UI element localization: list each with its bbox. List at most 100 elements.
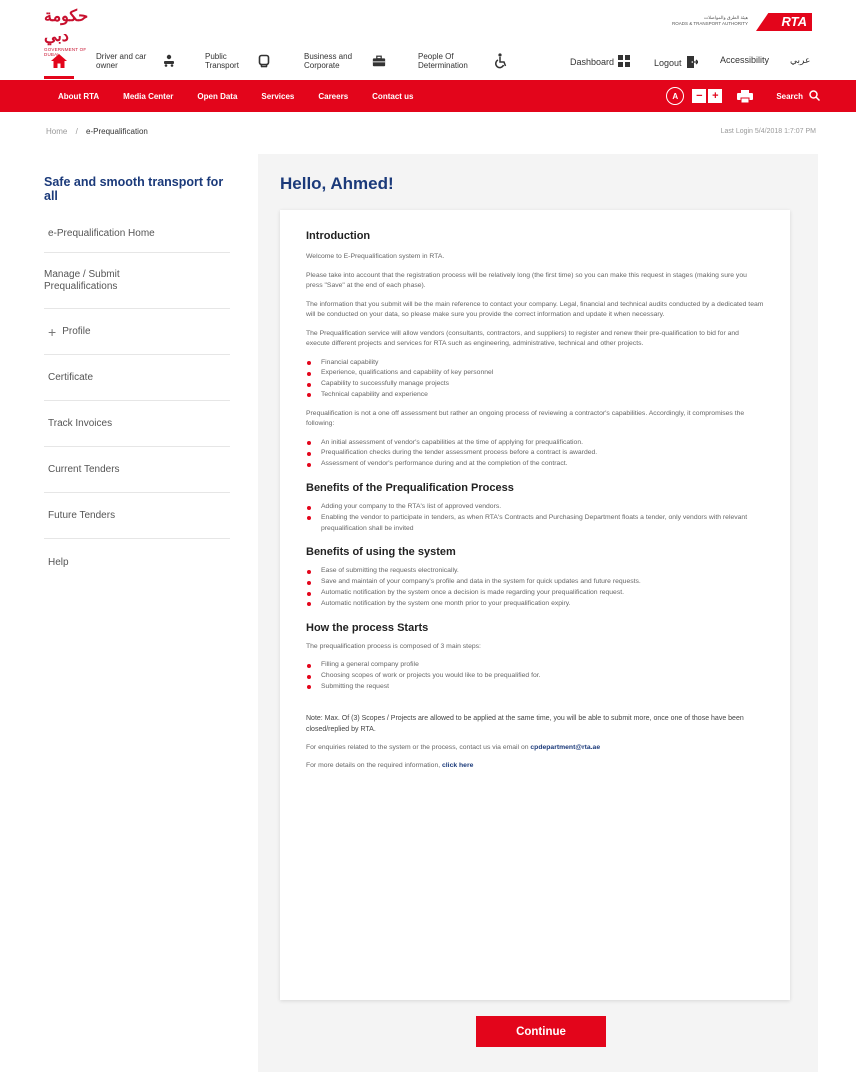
details-paragraph: For more details on the required informa… [306,761,764,772]
list-item: Technical capability and experience [306,390,764,401]
sidebar-item-current-tenders[interactable]: Current Tenders [44,447,230,493]
main-panel: Hello, Ahmed! Introduction Welcome to E-… [258,154,818,1072]
how-steps-list: Filling a general company profile Choosi… [306,660,764,692]
list-item: Submitting the request [306,682,764,693]
enquiries-paragraph: For enquiries related to the system or t… [306,743,764,754]
list-item: Ease of submitting the requests electron… [306,566,764,577]
sidebar-item-label: e-Prequalification Home [48,228,155,239]
sidebar-item-label: Future Tenders [48,510,116,521]
list-item: Save and maintain of your company's prof… [306,577,764,588]
sidebar-item-track-invoices[interactable]: Track Invoices [44,401,230,447]
list-item: Adding your company to the RTA's list of… [306,502,764,513]
details-text: For more details on the required informa… [306,762,441,770]
search-button[interactable]: Search [776,89,821,103]
arabic-language-link[interactable]: عربي [790,55,810,66]
arabic-label: عربي [790,55,811,65]
wheelchair-icon [494,53,508,69]
rta-logo-text: هيئة الطرق والمواصلات ROADS & TRANSPORT … [671,15,748,26]
expand-plus-icon[interactable]: + [48,324,56,340]
breadcrumb-separator: / [75,127,78,136]
continue-button[interactable]: Continue [476,1016,606,1047]
how-process-heading: How the process Starts [306,621,429,634]
intro-paragraph: Prequalification is not a one off assess… [306,409,745,428]
dashboard-label: Dashboard [570,57,615,67]
nav-driver-car-owner[interactable]: Driver and car owner [96,52,176,70]
list-item: Prequalification checks during the tende… [306,448,764,459]
nav-people-of-determination[interactable]: People Of Determination [418,52,508,70]
enquiries-text: For enquiries related to the system or t… [306,743,529,751]
nav-driver-car-owner-label: Driver and car owner [96,52,147,70]
search-icon [809,89,821,103]
nav-public-transport[interactable]: Public Transport [205,52,271,70]
menu-careers[interactable]: Careers [318,92,348,101]
last-login-text: Last Login 5/4/2018 1:7:07 PM [720,128,816,135]
public-transport-icon [257,54,271,68]
list-item: Enabling the vendor to participate in te… [306,513,764,535]
sidebar-item-certificate[interactable]: Certificate [44,355,230,401]
menu-media-center[interactable]: Media Center [123,92,173,101]
menu-open-data[interactable]: Open Data [197,92,237,101]
menu-contact-us[interactable]: Contact us [372,92,413,101]
top-header: حكومة دبي GOVERNMENT OF DUBAI هيئة الطرق… [0,0,856,57]
nav-public-transport-label: Public Transport [205,52,239,70]
sidebar-item-profile[interactable]: + Profile [44,309,230,355]
sidebar-item-future-tenders[interactable]: Future Tenders [44,493,230,539]
search-label: Search [776,91,803,101]
logout-label: Logout [654,58,682,68]
process-list: An initial assessment of vendor's capabi… [306,438,764,470]
logout-link[interactable]: Logout [654,55,699,71]
list-item: Assessment of vendor's performance durin… [306,459,764,470]
introduction-heading: Introduction [306,230,371,242]
accessibility-link[interactable]: Accessibility [720,55,769,65]
benefits-process-heading: Benefits of the Prequalification Process [306,482,514,495]
list-item: An initial assessment of vendor's capabi… [306,438,764,449]
how-intro-paragraph: The prequalification process is composed… [306,642,481,650]
sidebar-item-label: Certificate [48,372,94,383]
intro-paragraph: The information that you submit will be … [306,300,764,319]
sidebar-item-label: Current Tenders [48,464,120,475]
list-item: Choosing scopes of work or projects you … [306,671,764,682]
main-menu-bar: About RTA Media Center Open Data Service… [0,80,856,112]
benefits-system-list: Ease of submitting the requests electron… [306,566,764,609]
contrast-button[interactable]: A [666,87,685,105]
list-item: Filling a general company profile [306,660,764,671]
user-nav: Driver and car owner Public Transport Bu… [0,44,856,80]
rta-logo-mark: RTA [756,9,812,33]
intro-paragraph: The Prequalification service will allow … [306,329,739,348]
sidebar-tagline: Safe and smooth transport for all [44,175,224,203]
sidebar: Safe and smooth transport for all e-Preq… [44,175,230,585]
introduction-card: Introduction Welcome to E-Prequalificati… [280,210,790,1000]
menu-services[interactable]: Services [261,92,294,101]
nav-business-corporate-label: Business and Corporate [304,52,353,70]
sidebar-item-eprequalification-home[interactable]: e-Prequalification Home [44,215,230,253]
intro-paragraph: Please take into account that the regist… [306,271,747,290]
zoom-out-button[interactable]: − [692,89,707,103]
page-greeting: Hello, Ahmed! [280,174,394,193]
sidebar-item-label: Profile [62,326,91,337]
breadcrumb: Home / e-Prequalification [46,127,148,136]
government-of-dubai-logo[interactable]: حكومة دبي GOVERNMENT OF DUBAI [44,6,96,57]
sidebar-item-label: Track Invoices [48,418,113,429]
nav-people-of-determination-label: People Of Determination [418,52,468,70]
intro-paragraph: Welcome to E-Prequalification system in … [306,253,445,260]
list-item: Experience, qualifications and capabilit… [306,368,764,379]
note-paragraph: Note: Max. Of (3) Scopes / Projects are … [306,714,744,733]
email-link[interactable]: cpdepartment@rta.ae [530,744,600,751]
sidebar-item-help[interactable]: Help [44,539,230,585]
print-icon[interactable] [736,89,754,103]
dashboard-link[interactable]: Dashboard [570,55,631,69]
home-icon[interactable] [50,52,68,70]
benefits-process-list: Adding your company to the RTA's list of… [306,502,764,534]
menu-about-rta[interactable]: About RTA [58,92,99,101]
breadcrumb-home[interactable]: Home [46,127,67,136]
briefcase-icon [372,54,386,68]
zoom-in-button[interactable]: + [708,89,723,103]
nav-business-corporate[interactable]: Business and Corporate [304,52,386,70]
logo-calligraphy: حكومة دبي [44,6,89,45]
sidebar-item-manage-submit[interactable]: Manage / Submit Prequalifications [44,253,230,309]
logout-door-icon [686,55,699,71]
breadcrumb-current: e-Prequalification [86,127,148,136]
dashboard-grid-icon [618,55,631,69]
rta-logo[interactable]: هيئة الطرق والمواصلات ROADS & TRANSPORT … [662,8,812,34]
click-here-link[interactable]: click here [442,762,473,769]
